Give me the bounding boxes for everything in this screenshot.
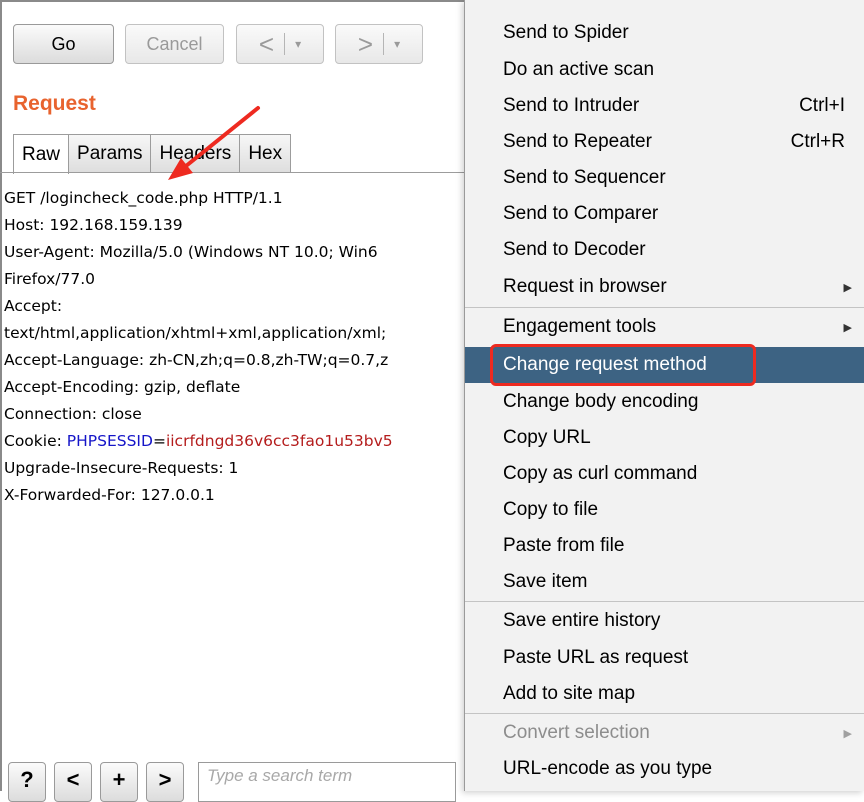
menu-item-add-to-site-map[interactable]: Add to site map (465, 676, 864, 712)
menu-item-do-active-scan[interactable]: Do an active scan (465, 52, 864, 88)
request-panel-title: Request (13, 92, 96, 115)
menu-item-send-to-repeater[interactable]: Send to Repeater Ctrl+R (465, 124, 864, 160)
menu-item-label: Save item (503, 571, 588, 592)
menu-item-send-to-comparer[interactable]: Send to Comparer (465, 196, 864, 232)
tab-raw[interactable]: Raw (13, 134, 70, 174)
header-line: Accept: (4, 297, 63, 315)
context-menu: Send to Spider Do an active scan Send to… (464, 0, 864, 791)
go-button[interactable]: Go (13, 24, 114, 64)
menu-item-label: Send to Sequencer (503, 167, 666, 188)
menu-item-label: Paste from file (503, 535, 625, 556)
menu-item-change-request-method[interactable]: Change request method (465, 347, 864, 383)
header-line: Host: 192.168.159.139 (4, 216, 183, 234)
menu-item-label: Paste URL as request (503, 647, 689, 668)
menu-item-label: Change request method (503, 354, 707, 375)
menu-item-paste-url-as-request[interactable]: Paste URL as request (465, 640, 864, 676)
menu-item-save-entire-history[interactable]: Save entire history (465, 603, 864, 639)
shortcut-label: Ctrl+I (799, 95, 845, 116)
menu-item-label: Request in browser (503, 276, 667, 297)
menu-item-label: Save entire history (503, 610, 661, 631)
window-left-border (0, 0, 2, 791)
cookie-header-prefix: Cookie: (4, 432, 67, 450)
menu-item-request-in-browser[interactable]: Request in browser ▶ (465, 269, 864, 305)
search-input[interactable]: Type a search term (198, 762, 456, 802)
help-button[interactable]: ? (8, 762, 46, 802)
menu-item-copy-to-file[interactable]: Copy to file (465, 492, 864, 528)
forward-arrow-icon: > (357, 28, 374, 59)
menu-item-url-encode-as-you-type[interactable]: URL-encode as you type (465, 751, 864, 787)
back-button[interactable]: < ▾ (236, 24, 324, 64)
menu-item-label: Send to Spider (503, 22, 629, 43)
menu-separator (465, 713, 864, 714)
menu-item-label: Change body encoding (503, 391, 699, 412)
cookie-header-line: Cookie: PHPSESSID=iicrfdngd36v6cc3fao1u5… (4, 428, 470, 455)
tab-headers[interactable]: Headers (150, 134, 241, 172)
menu-item-change-body-encoding[interactable]: Change body encoding (465, 384, 864, 420)
menu-item-label: Engagement tools (503, 316, 657, 337)
tab-params[interactable]: Params (68, 134, 152, 172)
menu-item-label: Add to site map (503, 683, 636, 704)
button-separator (383, 33, 385, 55)
menu-item-label: Copy to file (503, 499, 599, 520)
menu-item-convert-selection[interactable]: Convert selection ▶ (465, 715, 864, 751)
menu-item-label: Send to Decoder (503, 239, 646, 260)
request-tabs: Raw Params Headers Hex (13, 134, 292, 174)
chevron-down-icon[interactable]: ▾ (295, 37, 301, 51)
add-search-button[interactable]: + (100, 762, 138, 802)
menu-item-label: Do an active scan (503, 59, 655, 80)
button-separator (284, 33, 286, 55)
menu-item-send-to-spider[interactable]: Send to Spider (465, 15, 864, 51)
next-match-button[interactable]: > (146, 762, 184, 802)
forward-button[interactable]: > ▾ (335, 24, 423, 64)
cookie-value: iicrfdngd36v6cc3fao1u53bv5 (165, 432, 393, 450)
menu-item-label: Send to Comparer (503, 203, 659, 224)
header-line: Accept-Encoding: gzip, deflate (4, 378, 241, 396)
menu-item-send-to-sequencer[interactable]: Send to Sequencer (465, 160, 864, 196)
header-line: X-Forwarded-For: 127.0.0.1 (4, 486, 215, 504)
submenu-arrow-icon: ▶ (843, 321, 852, 334)
menu-item-save-item[interactable]: Save item (465, 564, 864, 600)
header-line: Upgrade-Insecure-Requests: 1 (4, 459, 239, 477)
previous-match-button[interactable]: < (54, 762, 92, 802)
menu-item-engagement-tools[interactable]: Engagement tools ▶ (465, 309, 864, 345)
cancel-button[interactable]: Cancel (125, 24, 224, 64)
tab-divider (0, 172, 480, 173)
menu-item-label: Copy URL (503, 427, 591, 448)
request-line: GET /logincheck_code.php HTTP/1.1 (4, 189, 283, 207)
menu-item-label: Convert selection (503, 722, 650, 743)
menu-item-label: Send to Repeater (503, 131, 652, 152)
chevron-down-icon[interactable]: ▾ (394, 37, 400, 51)
cookie-equals: = (152, 432, 166, 450)
submenu-arrow-icon: ▶ (843, 727, 852, 740)
search-bar: ? < + > Type a search term (8, 762, 456, 802)
menu-item-send-to-intruder[interactable]: Send to Intruder Ctrl+I (465, 88, 864, 124)
menu-item-label: Send to Intruder (503, 95, 640, 116)
menu-separator (465, 307, 864, 308)
header-line: Accept-Language: zh-CN,zh;q=0.8,zh-TW;q=… (4, 351, 389, 369)
header-line: Connection: close (4, 405, 142, 423)
shortcut-label: Ctrl+R (790, 131, 845, 152)
header-line: text/html,application/xhtml+xml,applicat… (4, 324, 387, 342)
tab-hex[interactable]: Hex (239, 134, 292, 172)
raw-request-editor[interactable]: GET /logincheck_code.php HTTP/1.1 Host: … (4, 185, 470, 509)
cookie-name: PHPSESSID (66, 432, 153, 450)
menu-item-copy-as-curl[interactable]: Copy as curl command (465, 456, 864, 492)
menu-item-copy-url[interactable]: Copy URL (465, 420, 864, 456)
header-line: User-Agent: Mozilla/5.0 (Windows NT 10.0… (4, 243, 378, 261)
menu-separator (465, 601, 864, 602)
menu-item-send-to-decoder[interactable]: Send to Decoder (465, 232, 864, 268)
menu-item-label: URL-encode as you type (503, 758, 713, 779)
menu-item-paste-from-file[interactable]: Paste from file (465, 528, 864, 564)
header-line: Firefox/77.0 (4, 270, 96, 288)
back-arrow-icon: < (258, 28, 275, 59)
submenu-arrow-icon: ▶ (843, 281, 852, 294)
menu-item-label: Copy as curl command (503, 463, 698, 484)
